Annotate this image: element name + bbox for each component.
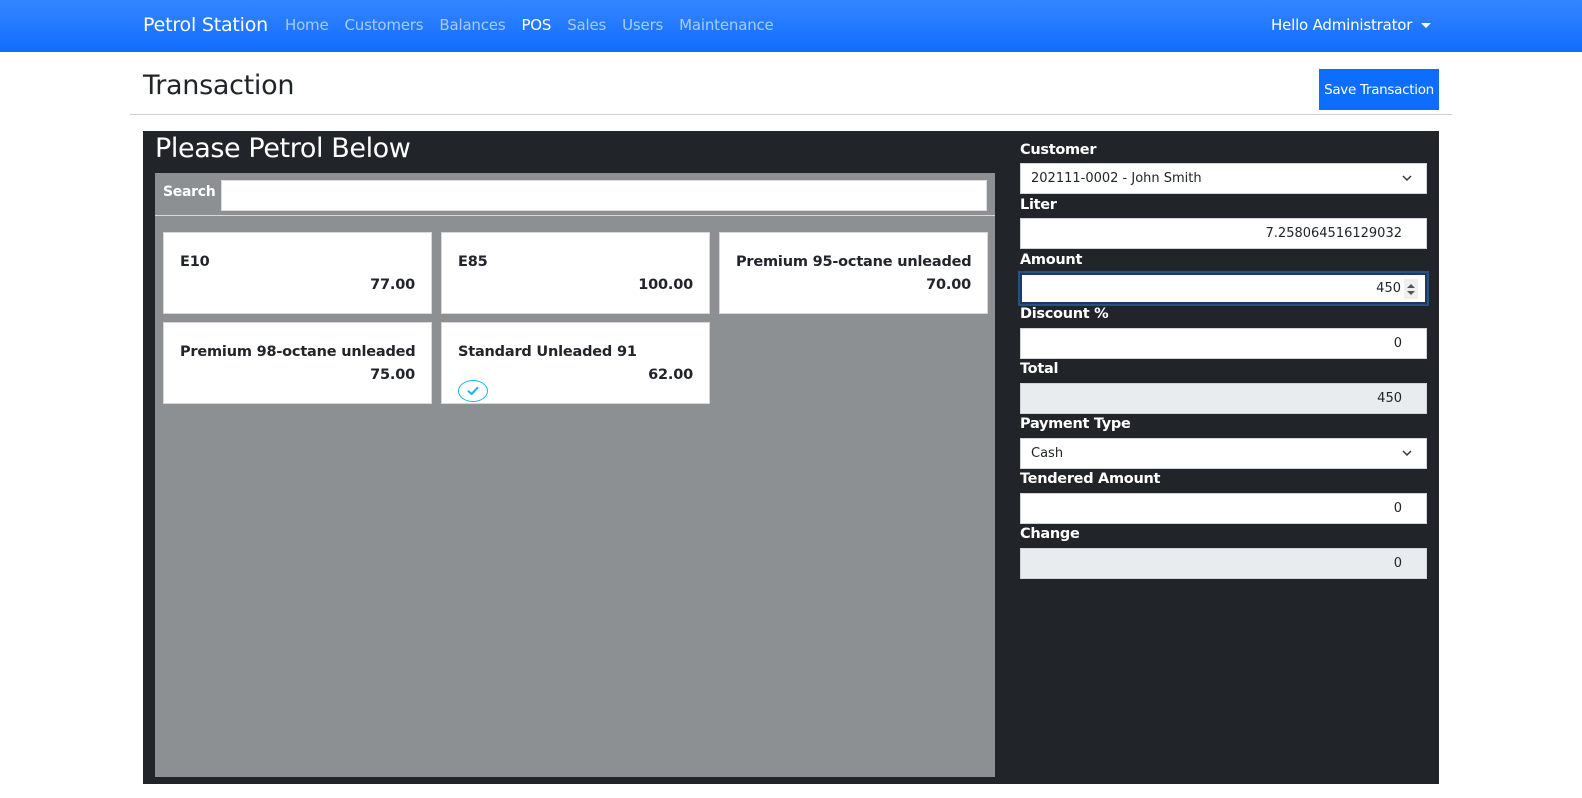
change-label: Change	[1020, 526, 1080, 542]
nav-links: Home Customers Balances POS Sales Users …	[285, 16, 790, 34]
number-spinner[interactable]	[1404, 279, 1418, 299]
chevron-down-icon	[1402, 175, 1412, 182]
customer-select[interactable]: 202111-0002 - John Smith	[1020, 163, 1427, 194]
search-input[interactable]	[221, 180, 987, 211]
nav-item-sales[interactable]: Sales	[567, 16, 606, 34]
liter-input[interactable]: 7.258064516129032	[1020, 218, 1427, 249]
chevron-down-icon	[1402, 450, 1412, 457]
product-price: 62.00	[648, 367, 693, 383]
nav-item-users[interactable]: Users	[622, 16, 663, 34]
spin-up-icon	[1407, 283, 1415, 288]
product-name: E10	[180, 254, 210, 270]
search-label: Search	[163, 184, 216, 200]
user-menu-dropdown[interactable]: Hello Administrator	[1271, 16, 1432, 34]
header-divider	[130, 114, 1452, 115]
product-card-e10[interactable]: E10 77.00	[163, 232, 432, 314]
total-field: 450	[1020, 383, 1427, 414]
product-price: 70.00	[926, 277, 971, 293]
product-name: E85	[458, 254, 488, 270]
search-divider	[155, 215, 995, 216]
tendered-amount-input[interactable]: 0	[1020, 493, 1427, 524]
payment-type-value: Cash	[1031, 446, 1064, 461]
product-name: Premium 95-octane unleaded	[736, 254, 972, 270]
customer-select-value: 202111-0002 - John Smith	[1031, 171, 1202, 186]
spin-down-icon	[1407, 290, 1415, 295]
discount-label: Discount %	[1020, 306, 1109, 322]
nav-item-customers[interactable]: Customers	[345, 16, 424, 34]
product-name: Standard Unleaded 91	[458, 344, 637, 360]
product-card-standard-91[interactable]: Standard Unleaded 91 62.00	[441, 322, 710, 404]
liter-label: Liter	[1020, 197, 1057, 213]
amount-value: 450	[1376, 281, 1401, 296]
nav-item-balances[interactable]: Balances	[439, 16, 505, 34]
change-value: 0	[1393, 556, 1402, 571]
page-title: Transaction	[143, 70, 295, 101]
payment-type-select[interactable]: Cash	[1020, 438, 1427, 469]
product-price: 100.00	[638, 277, 693, 293]
liter-value: 7.258064516129032	[1265, 226, 1402, 241]
total-value: 450	[1377, 391, 1402, 406]
product-price: 77.00	[370, 277, 415, 293]
nav-item-pos[interactable]: POS	[521, 16, 551, 34]
payment-type-label: Payment Type	[1020, 416, 1131, 432]
amount-label: Amount	[1020, 252, 1083, 268]
change-field: 0	[1020, 548, 1427, 579]
tendered-amount-label: Tendered Amount	[1020, 471, 1161, 487]
caret-down-icon	[1421, 23, 1432, 28]
tendered-amount-value: 0	[1393, 501, 1402, 516]
nav-item-maintenance[interactable]: Maintenance	[679, 16, 774, 34]
amount-input[interactable]: 450	[1020, 273, 1427, 304]
brand-link[interactable]: Petrol Station	[143, 14, 268, 36]
product-card-premium-95[interactable]: Premium 95-octane unleaded 70.00	[719, 232, 988, 314]
navbar: Petrol Station Home Customers Balances P…	[0, 0, 1582, 52]
discount-value: 0	[1393, 336, 1402, 351]
product-card-premium-98[interactable]: Premium 98-octane unleaded 75.00	[163, 322, 432, 404]
product-price: 75.00	[370, 367, 415, 383]
nav-item-home[interactable]: Home	[285, 16, 329, 34]
products-panel-title: Please Petrol Below	[155, 133, 411, 164]
discount-input[interactable]: 0	[1020, 328, 1427, 359]
check-circle-icon	[458, 380, 488, 402]
customer-label: Customer	[1020, 142, 1097, 158]
user-menu-label: Hello Administrator	[1271, 16, 1413, 34]
product-name: Premium 98-octane unleaded	[180, 344, 416, 360]
save-transaction-button[interactable]: Save Transaction	[1319, 69, 1439, 110]
total-label: Total	[1020, 361, 1059, 377]
product-card-e85[interactable]: E85 100.00	[441, 232, 710, 314]
